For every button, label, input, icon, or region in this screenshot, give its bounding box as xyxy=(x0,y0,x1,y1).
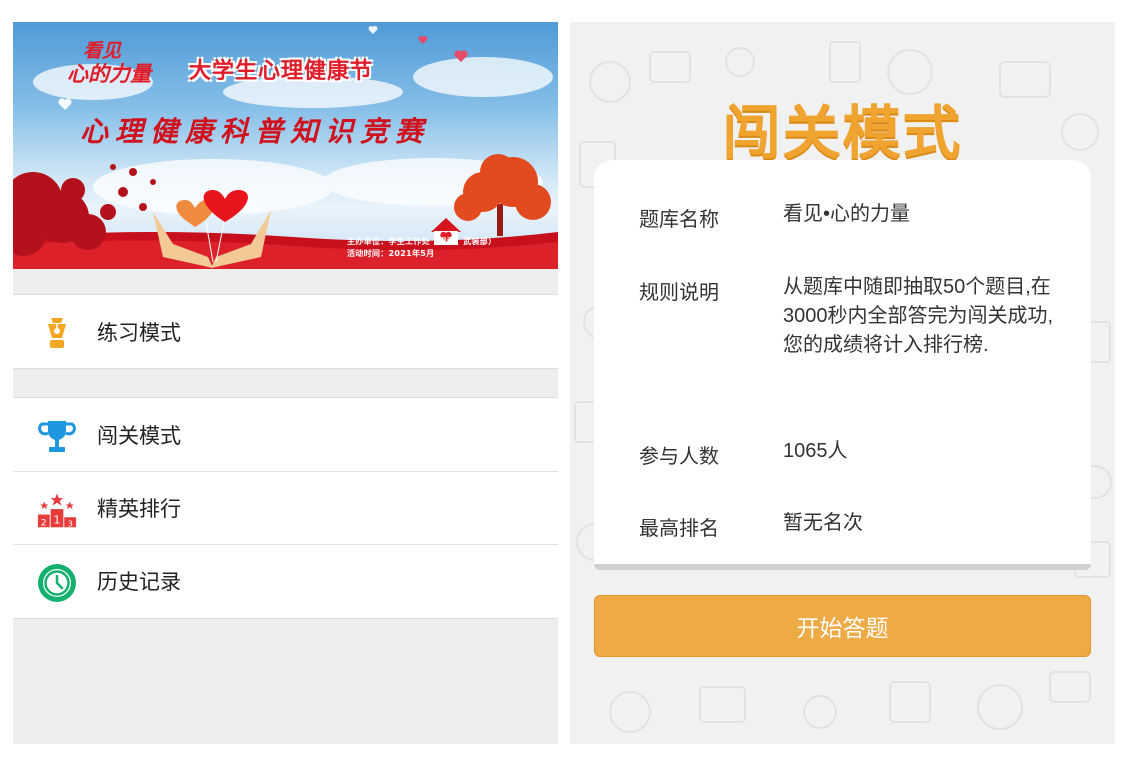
svg-text:3: 3 xyxy=(68,518,73,528)
rules-value: 从题库中随即抽取50个题目,在3000秒内全部答完为闯关成功,您的成绩将计入排行… xyxy=(783,276,1054,356)
menu-label-practice: 练习模式 xyxy=(97,321,181,345)
trophy-icon xyxy=(37,416,77,456)
menu-item-challenge[interactable]: 闯关模式 xyxy=(13,398,558,471)
participants-label: 参与人数 xyxy=(639,446,719,468)
banner-title: 心理健康科普知识竞赛 xyxy=(80,115,431,148)
menu-label-history: 历史记录 xyxy=(97,571,181,594)
pen-nib-icon xyxy=(37,313,77,353)
best-rank-value: 暂无名次 xyxy=(783,512,863,534)
bank-name-label: 题库名称 xyxy=(639,209,719,231)
rules-label: 规则说明 xyxy=(639,282,719,304)
podium-icon: 1 2 3 xyxy=(37,490,77,530)
menu-item-practice[interactable]: 练习模式 xyxy=(13,295,558,368)
menu-group-main: 闯关模式 1 2 3 精英排行 历史记录 xyxy=(13,397,558,619)
start-quiz-button[interactable]: 开始答题 xyxy=(594,595,1091,657)
menu-label-ranking: 精英排行 xyxy=(97,498,181,521)
menu-group-practice: 练习模式 xyxy=(13,294,558,369)
challenge-info-card: 题库名称 看见•心的力量 规则说明 从题库中随即抽取50个题目,在3000秒内全… xyxy=(594,160,1091,570)
participants-value: 1065人 xyxy=(783,440,848,462)
menu-label-challenge: 闯关模式 xyxy=(97,424,181,448)
banner-time: 活动时间：2021年5月 xyxy=(347,249,435,258)
left-screen: 看见 心的力量 大学生心理健康节 心理健康科普知识竞赛 主办单位：学生工作处（团… xyxy=(13,22,558,744)
menu-item-ranking[interactable]: 1 2 3 精英排行 xyxy=(13,471,558,544)
menu-item-history[interactable]: 历史记录 xyxy=(13,544,558,617)
right-screen: 闯关模式 题库名称 看见•心的力量 规则说明 从题库中随即抽取50个题目,在30… xyxy=(570,22,1115,744)
svg-text:1: 1 xyxy=(54,514,61,527)
clock-icon xyxy=(37,563,77,603)
event-banner: 看见 心的力量 大学生心理健康节 心理健康科普知识竞赛 主办单位：学生工作处（团… xyxy=(13,22,558,269)
bank-name-value: 看见•心的力量 xyxy=(783,203,911,225)
banner-host: 主办单位：学生工作处（团委、武装部） xyxy=(347,237,497,246)
banner-logo-line2: 心的力量 xyxy=(67,61,151,86)
banner-event-name: 大学生心理健康节 xyxy=(189,58,374,83)
best-rank-label: 最高排名 xyxy=(639,518,719,540)
svg-text:2: 2 xyxy=(41,518,47,528)
page-title: 闯关模式 xyxy=(722,101,963,166)
